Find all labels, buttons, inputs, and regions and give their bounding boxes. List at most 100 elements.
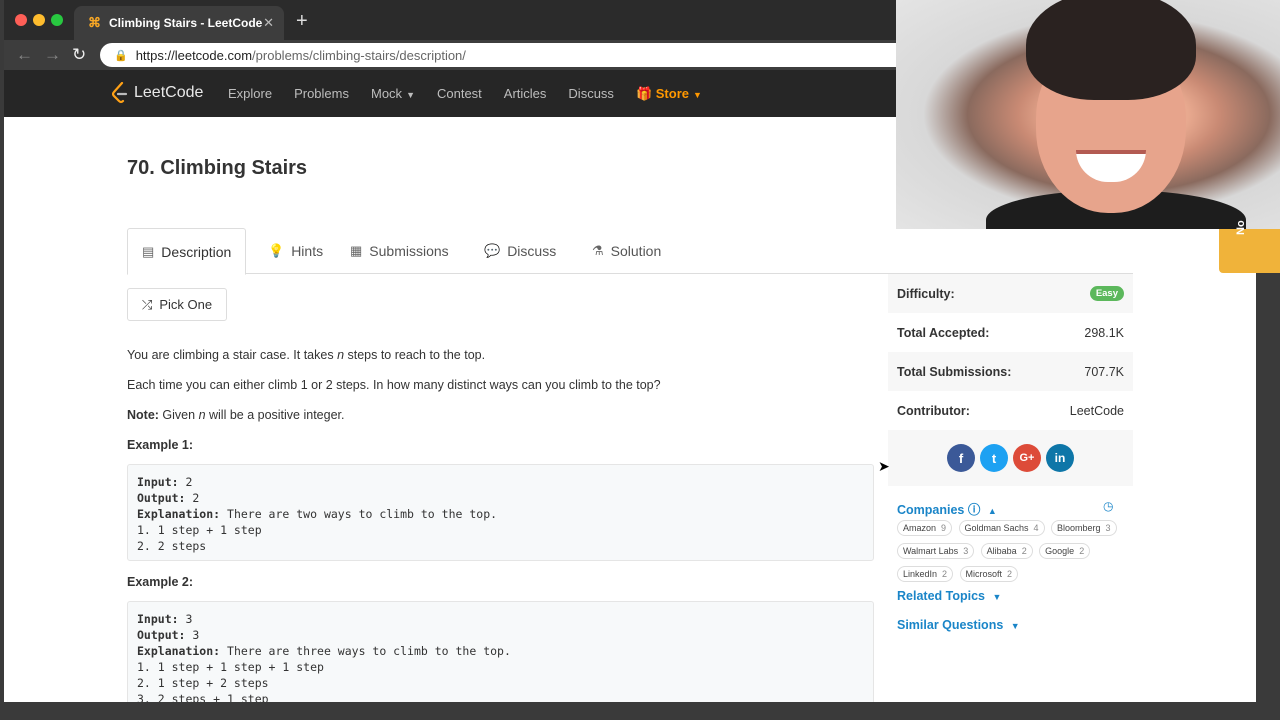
company-tag[interactable]: LinkedIn 2 <box>897 566 954 582</box>
tab-discuss[interactable]: 💬 Discuss <box>484 228 556 274</box>
tab-submissions-label: Submissions <box>369 243 449 259</box>
google-plus-icon[interactable]: G+ <box>1013 444 1041 472</box>
note-paragraph: Note: Given n will be a positive integer… <box>127 408 345 422</box>
company-tags: Amazon 9 Goldman Sachs 4 Bloomberg 3 Walmar… <box>897 518 1127 587</box>
difficulty-badge: Easy <box>1089 286 1124 301</box>
submissions-value: 707.7K <box>1084 364 1124 379</box>
tab-hints[interactable]: 💡 Hints <box>268 228 323 274</box>
description-paragraph-1: You are climbing a stair case. It takes … <box>127 348 486 362</box>
page-title: 70. Climbing Stairs <box>127 157 308 179</box>
tab-discuss-label: Discuss <box>507 243 557 259</box>
company-tag[interactable]: Amazon 9 <box>897 520 953 536</box>
company-tag[interactable]: Alibaba 2 <box>980 543 1033 559</box>
caret-up-icon: ▲ <box>987 506 997 516</box>
company-tag[interactable]: Bloomberg 3 <box>1051 520 1117 536</box>
tab-hints-label: Hints <box>291 243 324 259</box>
new-tab-icon[interactable]: + <box>296 10 308 33</box>
url-host: https://leetcode.com <box>135 47 253 63</box>
contributor-label: Contributor: <box>897 403 970 418</box>
nav-contest[interactable]: Contest <box>437 86 482 101</box>
shuffle-icon: ⤮ <box>141 296 153 312</box>
nav-store[interactable]: 🎁 Store ▼ <box>636 86 702 102</box>
companies-label: Companies <box>897 503 965 517</box>
submissions-label: Total Submissions: <box>897 364 1012 379</box>
minimize-window-button[interactable] <box>33 14 45 26</box>
nav-discuss[interactable]: Discuss <box>568 86 614 101</box>
maximize-window-button[interactable] <box>51 14 63 26</box>
logo-text: LeetCode <box>134 84 204 101</box>
notes-tab[interactable]: No <box>1219 220 1280 273</box>
nav-articles[interactable]: Articles <box>504 86 547 101</box>
facebook-icon[interactable]: f <box>947 444 975 472</box>
pick-one-button[interactable]: ⤮ Pick One <box>127 288 227 321</box>
caret-down-icon: ▼ <box>406 90 415 100</box>
accepted-value: 298.1K <box>1084 325 1124 340</box>
nav-links: Explore Problems Mock ▼ Contest Articles … <box>228 70 724 117</box>
company-tag[interactable]: Microsoft 2 <box>959 566 1019 582</box>
accepted-label: Total Accepted: <box>897 325 990 340</box>
nav-mock[interactable]: Mock ▼ <box>371 86 415 101</box>
webcam-hair <box>1026 0 1196 100</box>
example-1-heading: Example 1: <box>127 438 194 452</box>
twitter-icon[interactable]: t <box>980 444 1008 472</box>
tab-description-label: Description <box>161 243 232 260</box>
tab-submissions[interactable]: ▦ Submissions <box>350 228 449 274</box>
browser-tab[interactable]: ⌘ Climbing Stairs - LeetCode ✕ <box>74 6 284 40</box>
lightbulb-icon: 💡 <box>268 243 285 258</box>
leetcode-logo[interactable]: LeetCode <box>112 82 203 104</box>
submissions-icon: ▦ <box>350 243 363 258</box>
reload-icon[interactable]: ↻ <box>72 45 86 65</box>
close-window-button[interactable] <box>15 14 27 26</box>
clock-icon[interactable]: ◷ <box>1103 499 1113 513</box>
submissions-row: Total Submissions: 707.7K <box>888 352 1133 391</box>
back-arrow-icon[interactable]: ← <box>16 45 33 65</box>
similar-questions-toggle[interactable]: Similar Questions ▼ <box>897 618 1020 632</box>
contributor-row: Contributor: LeetCode <box>888 391 1133 430</box>
tab-title: Climbing Stairs - LeetCode <box>109 16 263 30</box>
companies-toggle[interactable]: Companies ⓘ ▲ <box>897 499 997 518</box>
accepted-row: Total Accepted: 298.1K <box>888 313 1133 352</box>
leetcode-logo-icon <box>112 82 128 104</box>
pick-one-label: Pick One <box>159 297 213 312</box>
tab-solution[interactable]: ⚗ Solution <box>592 228 661 274</box>
url-path: /problems/climbing-stairs/description/ <box>252 47 466 63</box>
example-2-block: Input: 3 Output: 3 Explanation: There ar… <box>127 601 874 702</box>
contributor-value[interactable]: LeetCode <box>1070 404 1124 418</box>
flask-icon: ⚗ <box>592 243 604 258</box>
related-topics-toggle[interactable]: Related Topics ▼ <box>897 589 1001 603</box>
tab-description[interactable]: ▤ Description <box>127 228 247 275</box>
caret-down-icon: ▼ <box>692 89 702 100</box>
nav-mock-label: Mock <box>371 86 403 101</box>
info-icon: ⓘ <box>967 503 981 517</box>
problem-tabs: ▤ Description 💡 Hints ▦ Submissions 💬 Di… <box>127 228 1133 275</box>
webcam-overlay <box>896 0 1280 229</box>
tab-solution-label: Solution <box>610 243 662 259</box>
close-tab-icon[interactable]: ✕ <box>263 15 274 31</box>
caret-down-icon: ▼ <box>1010 621 1020 631</box>
comments-icon: 💬 <box>484 243 501 258</box>
mouse-cursor-icon: ➤ <box>878 458 890 474</box>
similar-questions-label: Similar Questions <box>897 618 1004 632</box>
related-topics-label: Related Topics <box>897 589 985 603</box>
social-share: f t G+ in <box>888 430 1133 486</box>
problem-sidebar: Difficulty: Easy Total Accepted: 298.1K … <box>888 274 1133 486</box>
notes-tab-label: No <box>1235 220 1247 235</box>
nav-store-label: Store <box>655 85 689 101</box>
company-tag[interactable]: Google 2 <box>1039 543 1091 559</box>
forward-arrow-icon[interactable]: → <box>44 45 61 65</box>
example-2-heading: Example 2: <box>127 575 194 589</box>
lock-icon: 🔒 <box>114 49 128 62</box>
nav-problems[interactable]: Problems <box>294 86 349 101</box>
caret-down-icon: ▼ <box>992 592 1002 602</box>
company-tag[interactable]: Goldman Sachs 4 <box>958 520 1045 536</box>
example-1-block: Input: 2 Output: 2 Explanation: There ar… <box>127 464 874 561</box>
company-tag[interactable]: Walmart Labs 3 <box>897 543 975 559</box>
leetcode-favicon-icon: ⌘ <box>88 15 101 30</box>
nav-explore[interactable]: Explore <box>228 86 272 101</box>
description-paragraph-2: Each time you can either climb 1 or 2 st… <box>127 378 661 392</box>
difficulty-row: Difficulty: Easy <box>888 274 1133 313</box>
description-icon: ▤ <box>142 243 155 259</box>
linkedin-icon[interactable]: in <box>1046 444 1074 472</box>
difficulty-label: Difficulty: <box>897 286 955 301</box>
gift-icon: 🎁 <box>635 85 653 101</box>
